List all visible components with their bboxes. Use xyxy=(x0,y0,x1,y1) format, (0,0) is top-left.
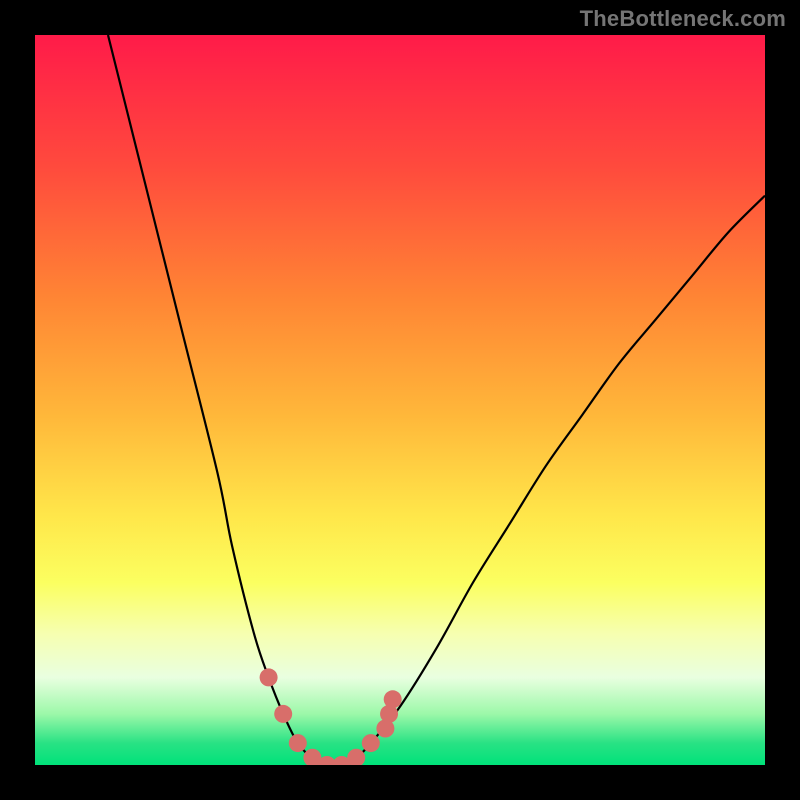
threshold-markers xyxy=(260,668,402,765)
bottleneck-curve xyxy=(108,35,765,765)
chart-svg xyxy=(35,35,765,765)
marker-dot xyxy=(274,705,292,723)
watermark-text: TheBottleneck.com xyxy=(580,6,786,32)
marker-dot xyxy=(384,690,402,708)
plot-area xyxy=(35,35,765,765)
marker-dot xyxy=(362,734,380,752)
chart-frame: TheBottleneck.com xyxy=(0,0,800,800)
marker-dot xyxy=(260,668,278,686)
marker-dot xyxy=(289,734,307,752)
